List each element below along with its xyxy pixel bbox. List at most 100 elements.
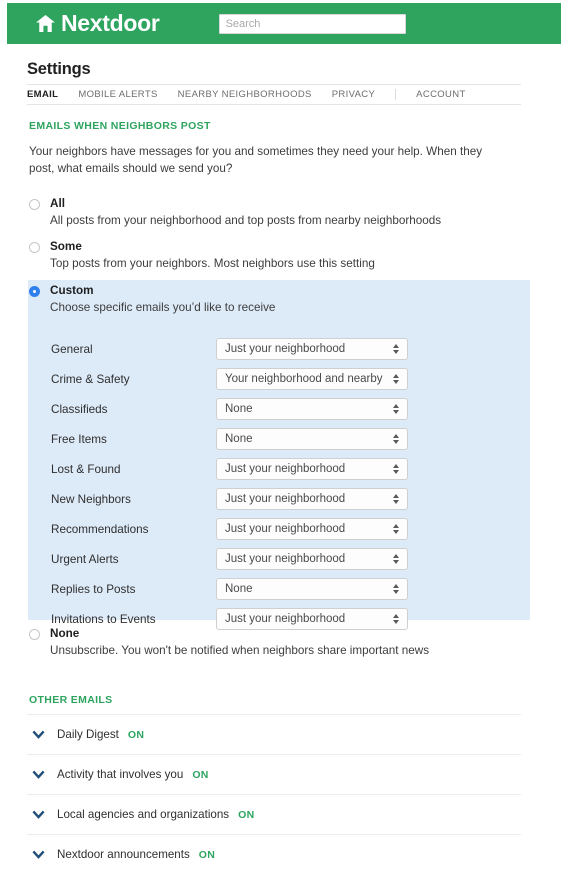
select-stepper-icon bbox=[393, 404, 399, 414]
pref-select-lost-found[interactable]: Just your neighborhood bbox=[216, 458, 408, 480]
select-stepper-icon bbox=[393, 554, 399, 564]
pref-row-free-items: Free Items None bbox=[51, 424, 511, 454]
custom-options-panel: Custom Choose specific emails you’d like… bbox=[28, 280, 530, 630]
radio-button-all[interactable] bbox=[29, 199, 40, 210]
pref-row-replies-to-posts: Replies to Posts None bbox=[51, 574, 511, 604]
select-stepper-icon bbox=[393, 344, 399, 354]
pref-row-recommendations: Recommendations Just your neighborhood bbox=[51, 514, 511, 544]
chevron-down-icon bbox=[32, 810, 45, 819]
pref-row-general: General Just your neighborhood bbox=[51, 334, 511, 364]
radio-desc-none: Unsubscribe. You won't be notified when … bbox=[50, 644, 430, 657]
radio-option-all[interactable]: All All posts from your neighborhood and… bbox=[29, 197, 521, 228]
site-header: Nextdoor bbox=[7, 3, 561, 44]
pref-select-general[interactable]: Just your neighborhood bbox=[216, 338, 408, 360]
select-stepper-icon bbox=[393, 464, 399, 474]
other-row-state: ON bbox=[192, 768, 209, 781]
other-row-state: ON bbox=[238, 808, 255, 821]
pref-row-urgent-alerts: Urgent Alerts Just your neighborhood bbox=[51, 544, 511, 574]
section-heading-other-emails: OTHER EMAILS bbox=[29, 694, 113, 706]
section-intro-text: Your neighbors have messages for you and… bbox=[29, 145, 483, 175]
brand-logo[interactable]: Nextdoor bbox=[36, 12, 160, 35]
other-emails-list: Daily Digest ON Activity that involves y… bbox=[27, 714, 521, 872]
pref-select-replies-to-posts[interactable]: None bbox=[216, 578, 408, 600]
select-stepper-icon bbox=[393, 614, 399, 624]
pref-label: General bbox=[51, 342, 93, 356]
other-row-state: ON bbox=[127, 728, 145, 741]
radio-desc-custom: Choose specific emails you’d like to rec… bbox=[50, 301, 276, 314]
pref-select-value: None bbox=[225, 433, 253, 445]
other-row-state: ON bbox=[198, 848, 216, 861]
other-row-label: Daily Digest bbox=[57, 728, 119, 741]
section-heading-emails: EMAILS WHEN NEIGHBORS POST bbox=[29, 120, 211, 132]
pref-label: Recommendations bbox=[51, 522, 149, 536]
radio-option-some[interactable]: Some Top posts from your neighbors. Most… bbox=[29, 240, 521, 271]
radio-button-none[interactable] bbox=[29, 629, 40, 640]
page-title: Settings bbox=[27, 60, 91, 78]
radio-label-none: None bbox=[50, 627, 80, 640]
radio-button-custom[interactable] bbox=[29, 286, 40, 297]
other-row-label: Local agencies and organizations bbox=[57, 808, 230, 821]
pref-select-value: Just your neighborhood bbox=[225, 523, 346, 535]
select-stepper-icon bbox=[393, 494, 399, 504]
pref-select-value: Just your neighborhood bbox=[225, 493, 346, 505]
chevron-down-icon bbox=[32, 770, 45, 779]
pref-label: Invitations to Events bbox=[51, 612, 156, 626]
pref-label: Classifieds bbox=[51, 402, 108, 416]
tab-privacy[interactable]: PRIVACY bbox=[332, 89, 375, 100]
radio-button-some[interactable] bbox=[29, 242, 40, 253]
pref-label: Lost & Found bbox=[51, 462, 121, 476]
chevron-down-icon bbox=[32, 850, 45, 859]
pref-row-crime-safety: Crime & Safety Your neighborhood and nea… bbox=[51, 364, 511, 394]
search-box[interactable] bbox=[218, 13, 406, 34]
other-row-label: Nextdoor announcements bbox=[57, 848, 190, 861]
settings-tabs: EMAIL MOBILE ALERTS NEARBY NEIGHBORHOODS… bbox=[27, 84, 521, 105]
select-stepper-icon bbox=[393, 524, 399, 534]
email-preference-list: General Just your neighborhood Crime & S… bbox=[51, 334, 511, 634]
pref-select-value: Just your neighborhood bbox=[225, 343, 346, 355]
pref-row-lost-found: Lost & Found Just your neighborhood bbox=[51, 454, 511, 484]
radio-label-some: Some bbox=[50, 240, 82, 253]
pref-label: New Neighbors bbox=[51, 492, 131, 506]
radio-label-all: All bbox=[50, 197, 65, 210]
other-row-local-agencies[interactable]: Local agencies and organizations ON bbox=[27, 794, 521, 834]
tab-nearby-neighborhoods[interactable]: NEARBY NEIGHBORHOODS bbox=[178, 89, 312, 100]
pref-row-classifieds: Classifieds None bbox=[51, 394, 511, 424]
pref-label: Free Items bbox=[51, 432, 107, 446]
pref-label: Crime & Safety bbox=[51, 372, 130, 386]
radio-option-none[interactable]: None Unsubscribe. You won't be notified … bbox=[29, 627, 521, 658]
settings-page: Nextdoor Settings EMAIL MOBILE ALERTS NE… bbox=[0, 0, 568, 872]
pref-select-free-items[interactable]: None bbox=[216, 428, 408, 450]
brand-name: Nextdoor bbox=[61, 10, 160, 36]
radio-desc-all: All posts from your neighborhood and top… bbox=[50, 214, 442, 227]
pref-select-value: Just your neighborhood bbox=[225, 613, 346, 625]
tab-email[interactable]: EMAIL bbox=[27, 89, 58, 100]
radio-desc-some: Top posts from your neighbors. Most neig… bbox=[50, 257, 375, 270]
house-icon bbox=[36, 15, 55, 32]
other-row-nextdoor-announcements[interactable]: Nextdoor announcements ON bbox=[27, 834, 521, 872]
tab-account[interactable]: ACCOUNT bbox=[395, 89, 465, 100]
select-stepper-icon bbox=[393, 584, 399, 594]
pref-select-new-neighbors[interactable]: Just your neighborhood bbox=[216, 488, 408, 510]
chevron-down-icon bbox=[32, 730, 45, 739]
pref-select-crime-safety[interactable]: Your neighborhood and nearby bbox=[216, 368, 408, 390]
tab-mobile-alerts[interactable]: MOBILE ALERTS bbox=[78, 89, 157, 100]
pref-select-value: None bbox=[225, 403, 253, 415]
pref-select-urgent-alerts[interactable]: Just your neighborhood bbox=[216, 548, 408, 570]
pref-row-new-neighbors: New Neighbors Just your neighborhood bbox=[51, 484, 511, 514]
other-row-daily-digest[interactable]: Daily Digest ON bbox=[27, 714, 521, 754]
other-row-label: Activity that involves you bbox=[57, 768, 184, 781]
radio-option-custom[interactable]: Custom Choose specific emails you’d like… bbox=[29, 284, 509, 315]
pref-label: Urgent Alerts bbox=[51, 552, 119, 566]
pref-select-value: Just your neighborhood bbox=[225, 463, 346, 475]
search-input[interactable] bbox=[218, 13, 406, 34]
other-row-activity-involves-you[interactable]: Activity that involves you ON bbox=[27, 754, 521, 794]
pref-label: Replies to Posts bbox=[51, 582, 136, 596]
select-stepper-icon bbox=[393, 434, 399, 444]
pref-select-classifieds[interactable]: None bbox=[216, 398, 408, 420]
pref-select-value: Your neighborhood and nearby bbox=[225, 373, 383, 385]
radio-label-custom: Custom bbox=[50, 284, 94, 297]
pref-select-value: None bbox=[225, 583, 253, 595]
pref-select-recommendations[interactable]: Just your neighborhood bbox=[216, 518, 408, 540]
pref-select-value: Just your neighborhood bbox=[225, 553, 346, 565]
select-stepper-icon bbox=[393, 374, 399, 384]
